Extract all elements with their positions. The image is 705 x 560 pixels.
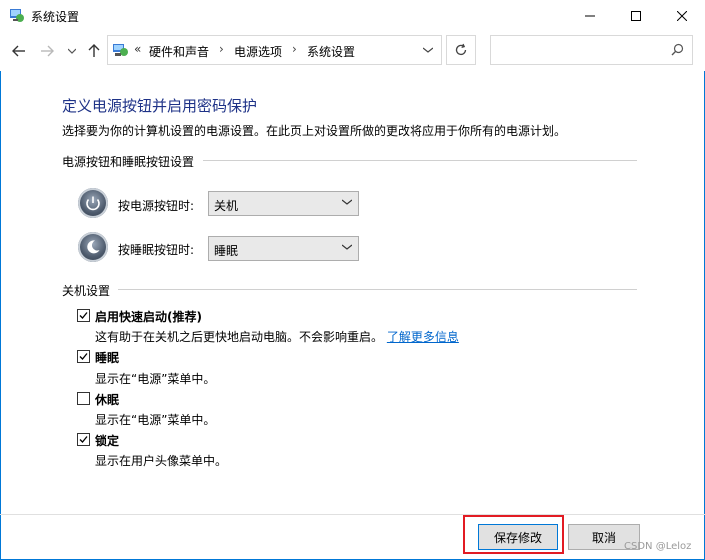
breadcrumb-hardware-sound[interactable]: 硬件和声音 bbox=[149, 43, 209, 60]
minimize-icon bbox=[585, 15, 595, 16]
fast-startup-label[interactable]: 启用快速启动(推荐) bbox=[95, 308, 202, 325]
page-title: 定义电源按钮并启用密码保护 bbox=[62, 97, 258, 115]
close-button[interactable] bbox=[659, 0, 705, 31]
navigation-bar: « 硬件和声音 › 电源选项 › 系统设置 bbox=[0, 31, 705, 71]
title-bar: 系统设置 bbox=[0, 0, 705, 31]
power-button-label: 按电源按钮时: bbox=[118, 199, 195, 213]
address-bar[interactable]: « 硬件和声音 › 电源选项 › 系统设置 bbox=[107, 35, 442, 65]
window-title: 系统设置 bbox=[31, 10, 80, 24]
arrow-left-icon bbox=[12, 45, 25, 57]
checkmark-icon bbox=[79, 436, 88, 443]
fast-startup-description: 这有助于在关机之后更快地启动电脑。不会影响重启。 了解更多信息 bbox=[95, 328, 459, 345]
footer-divider bbox=[0, 514, 705, 515]
breadcrumb-power-options[interactable]: 电源选项 bbox=[234, 43, 282, 60]
save-changes-button[interactable]: 保存修改 bbox=[478, 524, 558, 550]
breadcrumb-system-settings[interactable]: 系统设置 bbox=[307, 43, 355, 60]
address-dropdown-button[interactable] bbox=[415, 36, 441, 64]
chevron-down-icon bbox=[68, 48, 76, 54]
power-section-label: 电源按钮和睡眠按钮设置 bbox=[62, 155, 195, 169]
control-panel-app-icon bbox=[9, 7, 25, 23]
lock-checkbox[interactable] bbox=[77, 433, 90, 446]
lock-description: 显示在用户头像菜单中。 bbox=[95, 454, 228, 468]
breadcrumb-overflow[interactable]: « bbox=[134, 42, 141, 56]
lock-label[interactable]: 锁定 bbox=[95, 432, 119, 449]
checkmark-icon bbox=[79, 312, 88, 319]
watermark-text: CSDN @Leloz bbox=[624, 541, 692, 552]
chevron-down-icon bbox=[342, 199, 352, 205]
chevron-down-icon bbox=[423, 47, 433, 53]
refresh-button[interactable] bbox=[446, 35, 476, 65]
hibernate-label[interactable]: 休眠 bbox=[95, 391, 119, 408]
page-description: 选择要为你的计算机设置的电源设置。在此页上对设置所做的更改将应用于你所有的电源计… bbox=[62, 124, 567, 138]
checkmark-icon bbox=[79, 353, 88, 360]
fast-startup-description-text: 这有助于在关机之后更快地启动电脑。不会影响重启。 bbox=[95, 330, 384, 344]
maximize-button[interactable] bbox=[613, 0, 659, 31]
chevron-down-icon bbox=[342, 244, 352, 250]
forward-button[interactable] bbox=[37, 41, 57, 61]
maximize-icon bbox=[631, 10, 641, 21]
power-button-action-value: 关机 bbox=[214, 199, 239, 213]
fast-startup-checkbox[interactable] bbox=[77, 309, 90, 322]
back-button[interactable] bbox=[9, 41, 29, 61]
recent-locations-button[interactable] bbox=[62, 41, 82, 61]
sleep-button-action-value: 睡眠 bbox=[214, 244, 239, 258]
shutdown-section-label: 关机设置 bbox=[62, 284, 111, 298]
search-input[interactable] bbox=[490, 35, 693, 65]
power-button-icon bbox=[78, 188, 108, 218]
sleep-checkbox[interactable] bbox=[77, 350, 90, 363]
minimize-button[interactable] bbox=[567, 0, 613, 31]
arrow-up-icon bbox=[88, 44, 100, 57]
learn-more-link[interactable]: 了解更多信息 bbox=[387, 330, 459, 344]
sleep-description: 显示在“电源”菜单中。 bbox=[95, 372, 216, 386]
sleep-label[interactable]: 睡眠 bbox=[95, 349, 119, 366]
arrow-right-icon bbox=[41, 45, 54, 57]
hibernate-checkbox[interactable] bbox=[77, 392, 90, 405]
sleep-button-icon bbox=[78, 232, 108, 262]
search-icon bbox=[671, 43, 684, 56]
up-button[interactable] bbox=[84, 41, 104, 61]
refresh-icon bbox=[455, 43, 467, 56]
control-panel-icon bbox=[112, 42, 130, 58]
hibernate-description: 显示在“电源”菜单中。 bbox=[95, 413, 216, 427]
power-button-action-select[interactable]: 关机 bbox=[208, 191, 359, 216]
close-icon bbox=[677, 10, 687, 21]
section-divider bbox=[203, 160, 637, 161]
sleep-button-label: 按睡眠按钮时: bbox=[118, 243, 195, 257]
section-divider bbox=[118, 289, 637, 290]
window-border bbox=[0, 0, 705, 560]
breadcrumb-separator[interactable]: › bbox=[292, 42, 297, 56]
sleep-button-action-select[interactable]: 睡眠 bbox=[208, 236, 359, 261]
breadcrumb-separator[interactable]: › bbox=[219, 42, 224, 56]
